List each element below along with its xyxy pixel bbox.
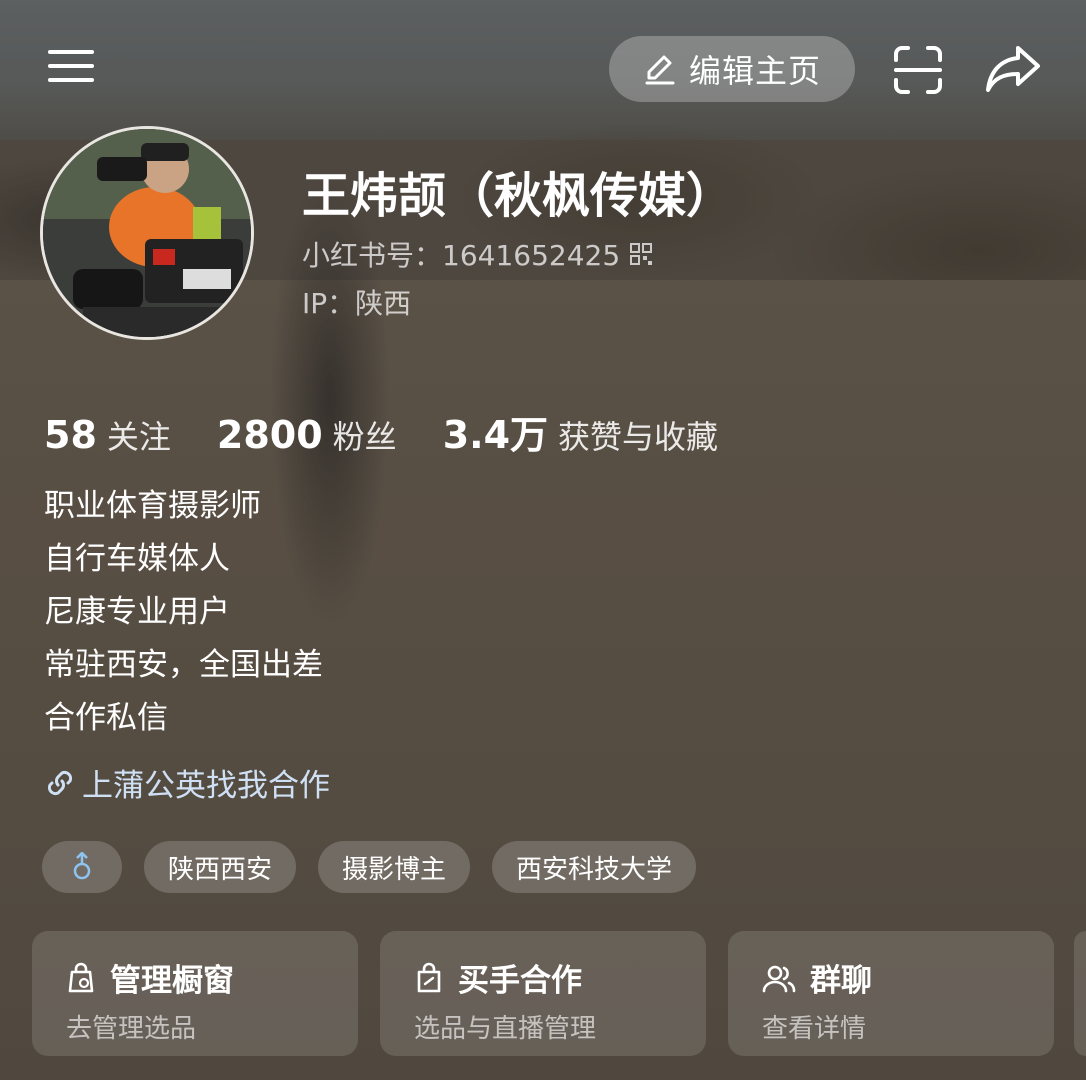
user-id-text: 小红书号：1641652425 bbox=[302, 239, 621, 272]
buyer-cooperation-card[interactable]: 买手合作 选品与直播管理 bbox=[380, 931, 706, 1056]
likes-label: 获赞与收藏 bbox=[558, 418, 719, 456]
share-icon[interactable] bbox=[984, 42, 1042, 96]
next-card-edge[interactable] bbox=[1074, 931, 1086, 1056]
manage-showcase-title: 管理橱窗 bbox=[110, 963, 234, 999]
tag-row: 陕西西安 摄影博主 西安科技大学 bbox=[42, 841, 697, 893]
edit-profile-label: 编辑主页 bbox=[688, 52, 821, 90]
group-chat-card[interactable]: 群聊 查看详情 bbox=[728, 931, 1054, 1056]
stats-row: 58 关注 2800 粉丝 3.4万 获赞与收藏 bbox=[44, 404, 764, 459]
group-chat-subtitle: 查看详情 bbox=[762, 1014, 867, 1044]
cooperation-link[interactable]: 上蒲公英找我合作 bbox=[44, 760, 330, 805]
location-tag: 陕西西安 bbox=[144, 841, 297, 893]
group-chat-icon bbox=[762, 965, 796, 992]
gender-tag bbox=[42, 841, 122, 893]
bio: 职业体育摄影师 自行车媒体人 尼康专业用户 常驻西安，全国出差 合作私信 bbox=[44, 480, 323, 745]
following-count: 58 bbox=[44, 413, 97, 457]
manage-showcase-card[interactable]: 管理橱窗 去管理选品 bbox=[32, 931, 358, 1056]
avatar[interactable] bbox=[40, 126, 254, 340]
cooperation-link-text: 上蒲公英找我合作 bbox=[82, 768, 330, 804]
link-icon bbox=[47, 770, 73, 795]
male-icon bbox=[73, 852, 91, 880]
school-tag: 西安科技大学 bbox=[492, 841, 697, 893]
user-id[interactable]: 小红书号：1641652425 bbox=[302, 234, 653, 274]
bio-line: 自行车媒体人 bbox=[44, 541, 230, 577]
edit-profile-button[interactable]: 编辑主页 bbox=[609, 36, 855, 102]
qr-code-icon[interactable] bbox=[630, 243, 653, 265]
bio-line: 常驻西安，全国出差 bbox=[44, 647, 323, 683]
likes-count: 3.4万 bbox=[442, 413, 549, 457]
manage-showcase-subtitle: 去管理选品 bbox=[66, 1014, 197, 1044]
followers-count: 2800 bbox=[216, 413, 323, 457]
buyer-cooperation-title: 买手合作 bbox=[458, 963, 582, 999]
feature-cards: 管理橱窗 去管理选品 买手合作 选品与直播管理 群聊 查看详情 bbox=[32, 931, 1054, 1056]
buyer-bag-icon bbox=[417, 962, 441, 992]
category-tag: 摄影博主 bbox=[318, 841, 471, 893]
following-label: 关注 bbox=[106, 418, 171, 456]
shop-bag-icon bbox=[68, 962, 94, 992]
followers-label: 粉丝 bbox=[332, 418, 397, 456]
scan-icon[interactable] bbox=[892, 44, 944, 96]
profile-name: 王炜颉（秋枫传媒） bbox=[302, 168, 735, 224]
pencil-icon bbox=[645, 55, 675, 85]
likes-stat[interactable]: 3.4万 获赞与收藏 bbox=[443, 404, 718, 459]
buyer-cooperation-subtitle: 选品与直播管理 bbox=[414, 1014, 597, 1044]
ip-location: IP：陕西 bbox=[302, 287, 412, 320]
bio-line: 合作私信 bbox=[44, 700, 168, 736]
bio-line: 尼康专业用户 bbox=[44, 594, 230, 630]
following-stat[interactable]: 58 关注 bbox=[44, 412, 171, 458]
top-bar: 编辑主页 bbox=[0, 0, 1086, 140]
bio-line: 职业体育摄影师 bbox=[44, 488, 261, 524]
menu-icon[interactable] bbox=[46, 46, 96, 86]
group-chat-title: 群聊 bbox=[810, 963, 872, 999]
followers-stat[interactable]: 2800 粉丝 bbox=[217, 412, 397, 458]
